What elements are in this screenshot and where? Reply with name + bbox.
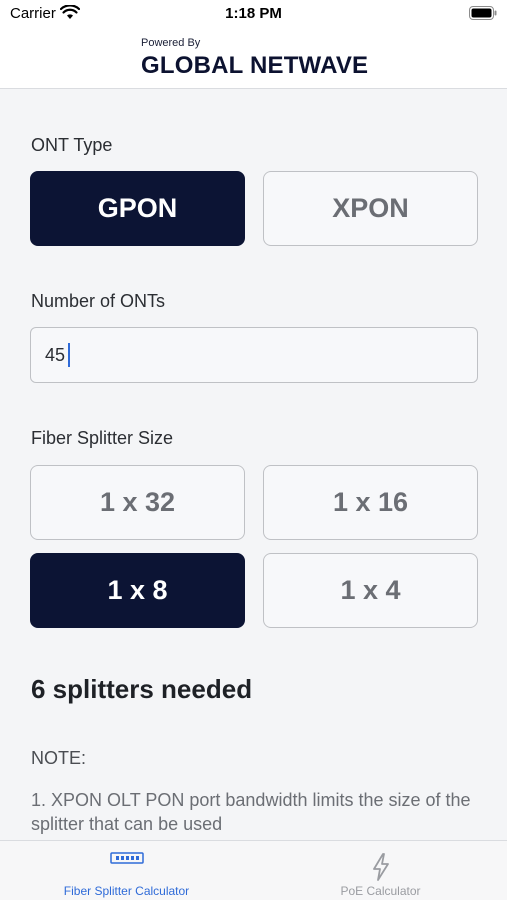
tab-label: PoE Calculator <box>340 884 421 898</box>
xpon-button[interactable]: XPON <box>263 171 478 246</box>
lightning-bolt-icon <box>371 853 391 886</box>
status-bar: Carrier 1:18 PM <box>0 0 507 30</box>
splitter-1x4-button[interactable]: 1 x 4 <box>263 553 478 628</box>
ont-count-label: Number of ONTs <box>31 291 166 311</box>
tab-fiber-splitter-calculator[interactable]: Fiber Splitter Calculator <box>0 841 253 900</box>
note-text: 1. XPON OLT PON port bandwidth limits th… <box>31 790 471 834</box>
splitter-1x8-button[interactable]: 1 x 8 <box>30 553 245 628</box>
brand-logo-text: GLOBAL NETWAVE <box>141 52 369 79</box>
gpon-button[interactable]: GPON <box>30 171 245 246</box>
ont-count-input[interactable] <box>30 327 478 383</box>
tab-label: Fiber Splitter Calculator <box>63 884 190 898</box>
text-cursor <box>68 343 70 367</box>
splitter-1x16-button[interactable]: 1 x 16 <box>263 465 478 540</box>
tab-bar: Fiber Splitter Calculator PoE Calculator <box>0 840 507 900</box>
clock: 1:18 PM <box>225 5 282 22</box>
result-text: 6 splitters needed <box>31 674 253 704</box>
ont-type-label: ONT Type <box>31 135 113 155</box>
note-title: NOTE: <box>31 748 87 768</box>
powered-by-label: Powered By <box>141 37 201 49</box>
fiber-splitter-icon <box>109 851 144 870</box>
splitter-1x32-button[interactable]: 1 x 32 <box>30 465 245 540</box>
tab-poe-calculator[interactable]: PoE Calculator <box>254 841 507 900</box>
battery-icon <box>469 6 497 25</box>
splitter-size-label: Fiber Splitter Size <box>31 428 174 448</box>
app-header: Powered By GLOBAL NETWAVE <box>0 30 507 89</box>
